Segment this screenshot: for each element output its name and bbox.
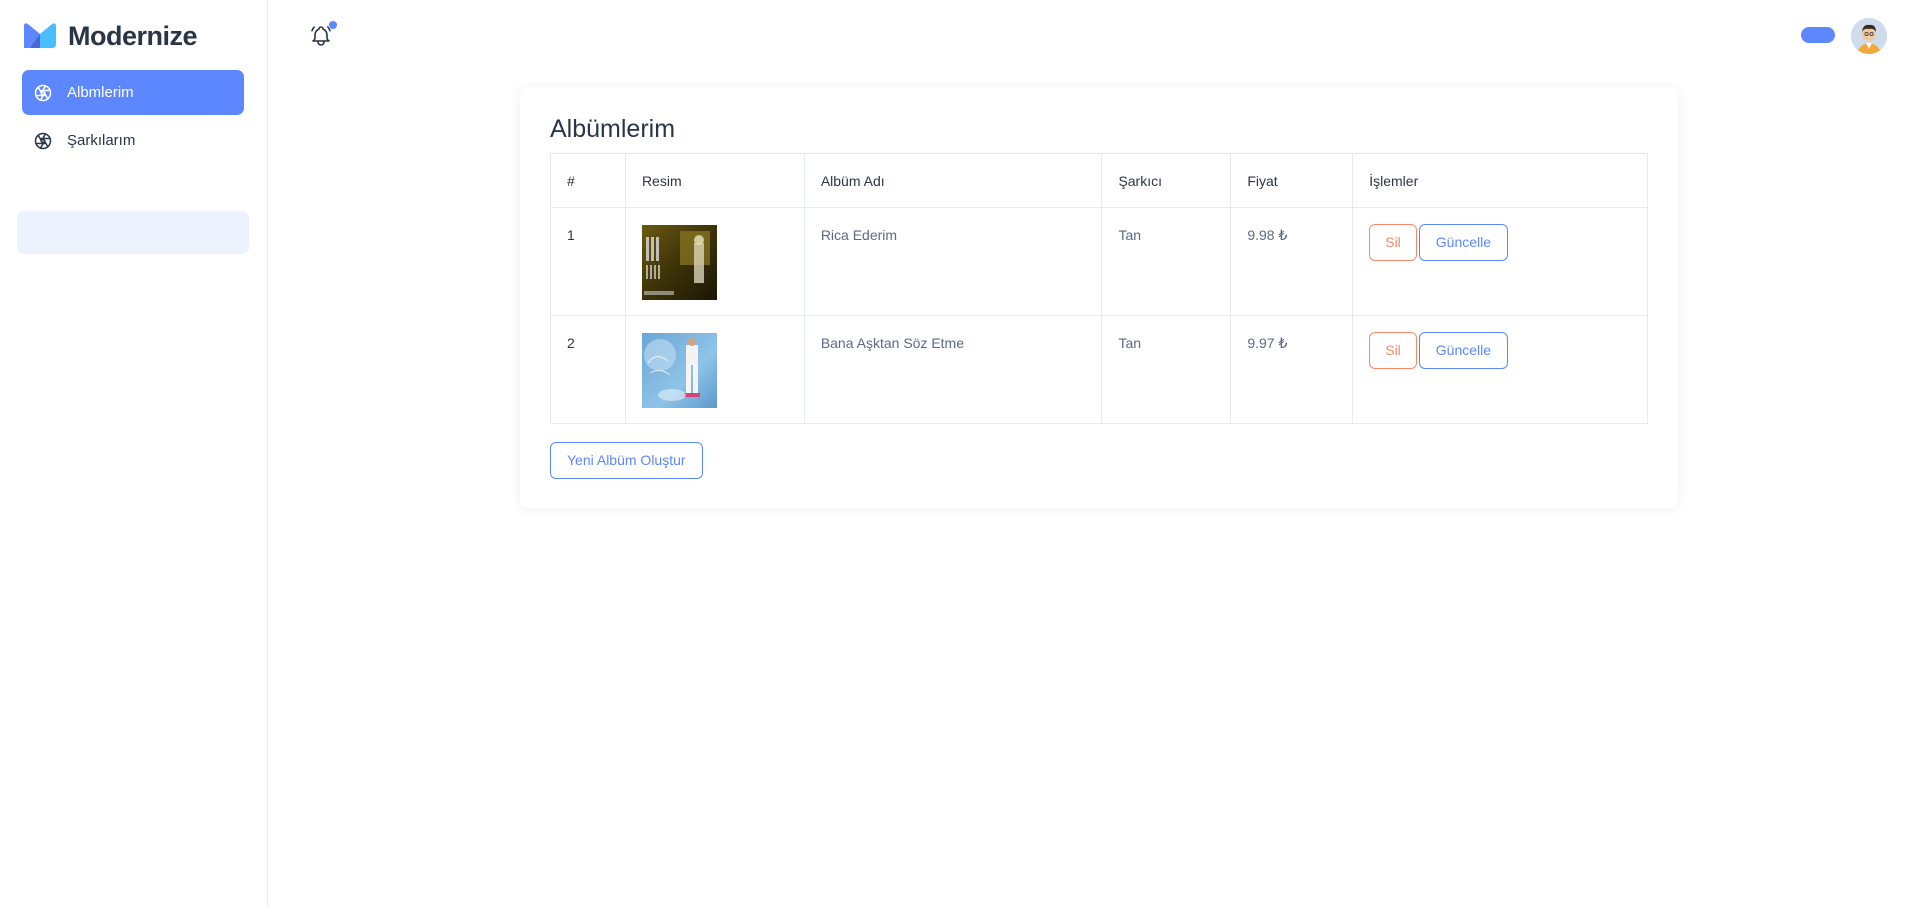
aperture-icon: [33, 83, 53, 103]
row-price: 9.98 ₺: [1230, 207, 1354, 316]
row-actions: Sil Güncelle: [1352, 315, 1648, 424]
album-cover-image[interactable]: [641, 333, 717, 408]
notification-badge: [329, 21, 337, 29]
sidebar-item-label: Albmlerim: [67, 84, 134, 101]
album-cover-image[interactable]: [641, 225, 717, 300]
column-header-artist: Şarkıcı: [1101, 153, 1232, 208]
column-header-price: Fiyat: [1230, 153, 1354, 208]
update-button[interactable]: Güncelle: [1418, 224, 1509, 261]
row-album-name: Rica Ederim: [803, 207, 1103, 316]
delete-button[interactable]: Sil: [1369, 332, 1417, 369]
user-avatar[interactable]: [1851, 18, 1887, 54]
column-header-album-name: Albüm Adı: [803, 153, 1103, 208]
sidebar-item-label: Şarkılarım: [67, 132, 136, 149]
row-price: 9.97 ₺: [1230, 315, 1354, 424]
update-button[interactable]: Güncelle: [1418, 332, 1509, 369]
sidebar: Modernize Albmlerim Şarkılarım: [0, 0, 268, 907]
row-index: 2: [550, 315, 626, 424]
row-artist: Tan: [1101, 315, 1232, 424]
brand-logo[interactable]: Modernize: [22, 20, 198, 52]
header-action-button[interactable]: [1801, 27, 1835, 43]
albums-card: Albümlerim # Resim Albüm Adı Şarkıcı Fiy…: [520, 87, 1678, 508]
row-artist: Tan: [1101, 207, 1232, 316]
create-album-button[interactable]: Yeni Albüm Oluştur: [550, 442, 703, 479]
table-row: 1 Rica Ederim Tan 9.98 ₺ Sil Güncelle: [550, 207, 1648, 316]
sidebar-promo-box: [17, 211, 249, 254]
brand-name: Modernize: [68, 20, 198, 51]
avatar-icon: [1851, 18, 1887, 54]
row-album-name: Bana Aşktan Söz Etme: [803, 315, 1103, 424]
column-header-image: Resim: [624, 153, 805, 208]
table-header-row: # Resim Albüm Adı Şarkıcı Fiyat İşlemler: [550, 153, 1648, 208]
column-header-index: #: [550, 153, 626, 208]
row-actions: Sil Güncelle: [1352, 207, 1648, 316]
modernize-logo-icon: [24, 23, 56, 48]
row-image-cell: [624, 207, 805, 316]
page-title: Albümlerim: [550, 115, 676, 143]
column-header-actions: İşlemler: [1352, 153, 1648, 208]
delete-button[interactable]: Sil: [1369, 224, 1417, 261]
row-index: 1: [550, 207, 626, 316]
sidebar-item-albums[interactable]: Albmlerim: [22, 70, 244, 115]
table-row: 2 Bana Aşktan Söz Etme Tan 9.97 ₺ Sil Gü…: [550, 315, 1648, 424]
aperture-icon: [33, 131, 53, 151]
sidebar-item-songs[interactable]: Şarkılarım: [22, 118, 244, 163]
albums-table: # Resim Albüm Adı Şarkıcı Fiyat İşlemler…: [550, 153, 1648, 424]
row-image-cell: [624, 315, 805, 424]
